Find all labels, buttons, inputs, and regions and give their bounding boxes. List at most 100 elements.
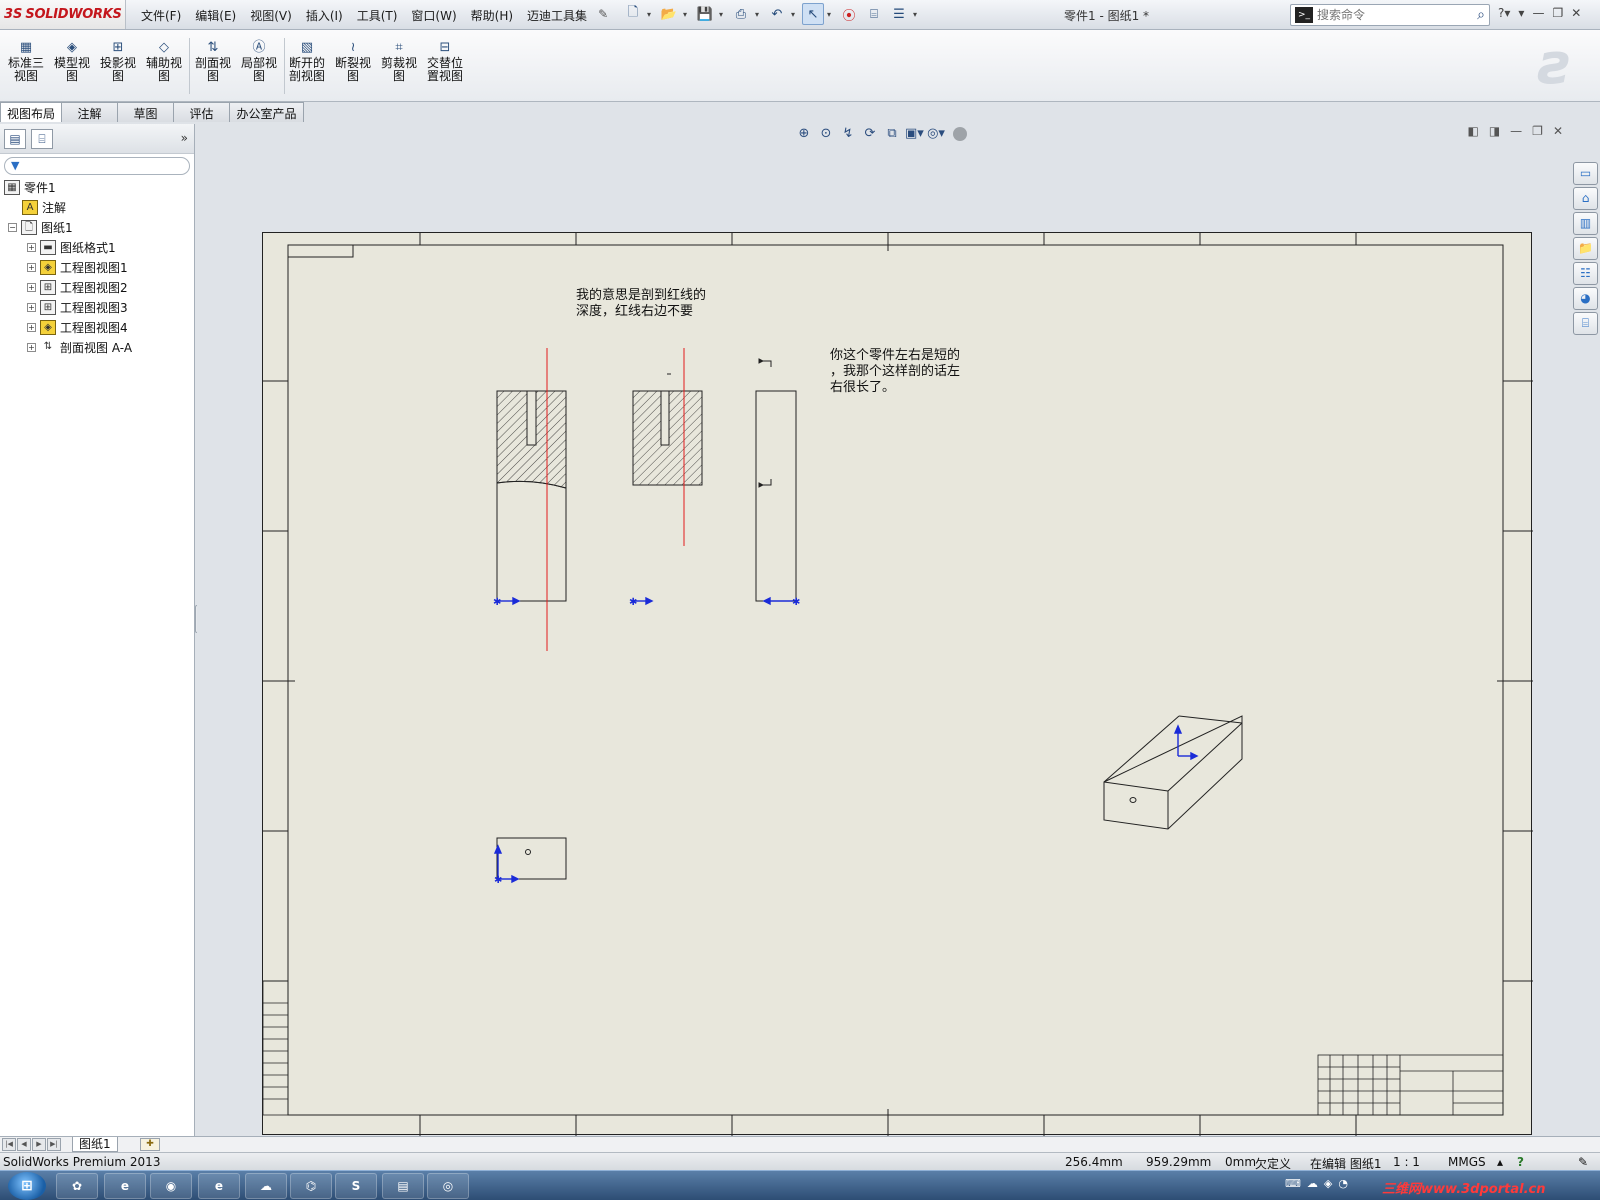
- taskbar-chrome-icon[interactable]: ◉: [150, 1173, 192, 1199]
- auxiliary-view-button[interactable]: ◇ 辅助视 图: [142, 40, 186, 83]
- undo-icon[interactable]: ↶: [766, 3, 788, 25]
- detail-view-button[interactable]: Ⓐ 局部视 图: [237, 40, 281, 83]
- tray-app2-icon[interactable]: ◈: [1324, 1177, 1332, 1190]
- minimize-icon[interactable]: —: [1532, 6, 1544, 20]
- solidworks-resources-icon[interactable]: ▭: [1573, 162, 1598, 185]
- tree-filter[interactable]: ▼: [4, 157, 190, 175]
- new-dropdown-icon[interactable]: ▾: [647, 10, 655, 19]
- previous-view-icon[interactable]: ↯: [839, 125, 857, 143]
- tree-root[interactable]: ▦ 零件1: [4, 178, 56, 196]
- unit-system[interactable]: MMGS: [1448, 1155, 1486, 1169]
- tooltip-icon[interactable]: ✎: [1578, 1155, 1588, 1169]
- help-icon[interactable]: ?▾: [1498, 6, 1510, 20]
- taskbar-solidworks-icon[interactable]: S: [335, 1173, 377, 1199]
- sheet-tab-active[interactable]: 图纸1: [72, 1137, 118, 1152]
- doc-close-icon[interactable]: ✕: [1553, 124, 1563, 138]
- tab-office-products[interactable]: 办公室产品: [229, 102, 304, 122]
- tree-item-sheet-format[interactable]: + ▬ 图纸格式1: [27, 238, 116, 256]
- doc-minimize-icon[interactable]: —: [1510, 124, 1522, 138]
- drawing-sheet[interactable]: ✱ ✱ ✱ ✱ 我的意思是剖到红线的 深度，红线右边不要 你这个零件左右是短的 …: [262, 232, 1533, 1136]
- tree-item-sheet[interactable]: − 🗋 图纸1: [8, 218, 73, 236]
- appearance-icon[interactable]: [953, 127, 967, 141]
- tree-item-drawing-view-4[interactable]: + ◈ 工程图视图4: [27, 318, 128, 336]
- taskbar-browser-icon[interactable]: e: [198, 1173, 240, 1199]
- tile-right-icon[interactable]: ◨: [1489, 124, 1500, 138]
- file-properties-icon[interactable]: ⌸: [863, 3, 885, 25]
- units-dropdown-icon[interactable]: ▴: [1497, 1155, 1503, 1169]
- pin-icon[interactable]: ✎: [598, 7, 612, 21]
- select-dropdown-icon[interactable]: ▾: [827, 10, 835, 19]
- annotation-note-1[interactable]: 我的意思是剖到红线的 深度，红线右边不要: [576, 288, 706, 320]
- tab-evaluate[interactable]: 评估: [173, 102, 230, 122]
- open-dropdown-icon[interactable]: ▾: [683, 10, 691, 19]
- taskbar-app-5-icon[interactable]: ☁: [245, 1173, 287, 1199]
- home-icon[interactable]: ⌂: [1573, 187, 1598, 210]
- taskbar-pdf-icon[interactable]: ⌬: [290, 1173, 332, 1199]
- feature-tree-tab-icon[interactable]: ▤: [4, 129, 26, 149]
- taskbar-ie-icon[interactable]: e: [104, 1173, 146, 1199]
- tile-left-icon[interactable]: ◧: [1467, 124, 1478, 138]
- expand-icon[interactable]: +: [27, 322, 36, 332]
- options-small-icon[interactable]: ▾: [1518, 6, 1524, 20]
- menu-window[interactable]: 窗口(W): [404, 4, 463, 27]
- custom-properties-icon[interactable]: ⌸: [1573, 312, 1598, 335]
- save-icon[interactable]: 💾: [694, 3, 716, 25]
- section-view-button[interactable]: ⇅ 剖面视 图: [191, 40, 235, 83]
- expand-chevron-icon[interactable]: »: [181, 131, 188, 145]
- menu-maidi-tools[interactable]: 迈迪工具集: [520, 4, 594, 27]
- new-document-icon[interactable]: 🗋: [622, 3, 644, 25]
- menu-view[interactable]: 视图(V): [243, 4, 299, 27]
- model-view-button[interactable]: ◈ 模型视 图: [50, 40, 94, 83]
- quick-tips-icon[interactable]: ?: [1517, 1155, 1524, 1169]
- zoom-to-area-icon[interactable]: ⊙: [817, 125, 835, 143]
- add-sheet-icon[interactable]: ✚: [140, 1138, 160, 1151]
- prev-sheet-icon[interactable]: ◀: [17, 1138, 31, 1151]
- tree-item-drawing-view-2[interactable]: + ⊞ 工程图视图2: [27, 278, 128, 296]
- tree-item-annotations[interactable]: A 注解: [22, 198, 66, 216]
- crop-view-button[interactable]: ⌗ 剪裁视 图: [377, 40, 421, 83]
- print-icon[interactable]: ⎙: [730, 3, 752, 25]
- projected-view-button[interactable]: ⊞ 投影视 图: [96, 40, 140, 83]
- keyboard-icon[interactable]: ⌨: [1285, 1177, 1301, 1190]
- tree-item-drawing-view-3[interactable]: + ⊞ 工程图视图3: [27, 298, 128, 316]
- rebuild-icon[interactable]: ⟳: [861, 125, 879, 143]
- menu-help[interactable]: 帮助(H): [464, 4, 520, 27]
- display-style-icon[interactable]: ▣▾: [905, 125, 924, 143]
- property-manager-tab-icon[interactable]: ⌸: [31, 129, 53, 149]
- appearances-icon[interactable]: ◕: [1573, 287, 1598, 310]
- select-cursor-icon[interactable]: ↖: [802, 3, 824, 25]
- first-sheet-icon[interactable]: |◀: [2, 1138, 16, 1151]
- tray-app-icon[interactable]: ☁: [1307, 1177, 1318, 1190]
- save-dropdown-icon[interactable]: ▾: [719, 10, 727, 19]
- network-icon[interactable]: ◔: [1338, 1177, 1348, 1190]
- start-button-icon[interactable]: ⊞: [8, 1172, 46, 1200]
- menu-tools[interactable]: 工具(T): [350, 4, 405, 27]
- taskbar-app-1-icon[interactable]: ✿: [56, 1173, 98, 1199]
- alternate-position-view-button[interactable]: ⊟ 交替位 置视图: [423, 40, 467, 83]
- solidworks-logo[interactable]: 3S SOLIDWORKS: [0, 0, 126, 29]
- undo-dropdown-icon[interactable]: ▾: [791, 10, 799, 19]
- command-search-input[interactable]: [1317, 8, 1457, 22]
- menu-insert[interactable]: 插入(I): [299, 4, 350, 27]
- open-folder-icon[interactable]: 📂: [658, 3, 680, 25]
- break-view-button[interactable]: ≀ 断裂视 图: [331, 40, 375, 83]
- search-icon[interactable]: ⌕: [1477, 7, 1485, 23]
- options-dropdown-icon[interactable]: ▾: [913, 10, 921, 19]
- annotation-note-2[interactable]: 你这个零件左右是短的 ，我那个这样剖的话左 右很长了。: [830, 348, 960, 396]
- close-icon[interactable]: ✕: [1571, 6, 1581, 20]
- sheet-scale[interactable]: 1 : 1: [1393, 1155, 1420, 1169]
- menu-file[interactable]: 文件(F): [134, 4, 188, 27]
- expand-icon[interactable]: +: [27, 302, 36, 312]
- tab-view-layout[interactable]: 视图布局: [0, 102, 62, 122]
- section-view-hud-icon[interactable]: ⧉: [883, 125, 901, 143]
- expand-icon[interactable]: +: [27, 242, 36, 252]
- next-sheet-icon[interactable]: ▶: [32, 1138, 46, 1151]
- menu-edit[interactable]: 编辑(E): [188, 4, 243, 27]
- restore-icon[interactable]: ❐: [1552, 6, 1563, 20]
- view-palette-icon[interactable]: ☷: [1573, 262, 1598, 285]
- expand-icon[interactable]: +: [27, 282, 36, 292]
- options-icon[interactable]: ☰: [888, 3, 910, 25]
- expand-icon[interactable]: +: [27, 342, 36, 352]
- expand-icon[interactable]: +: [27, 262, 36, 272]
- zoom-to-fit-icon[interactable]: ⊕: [795, 125, 813, 143]
